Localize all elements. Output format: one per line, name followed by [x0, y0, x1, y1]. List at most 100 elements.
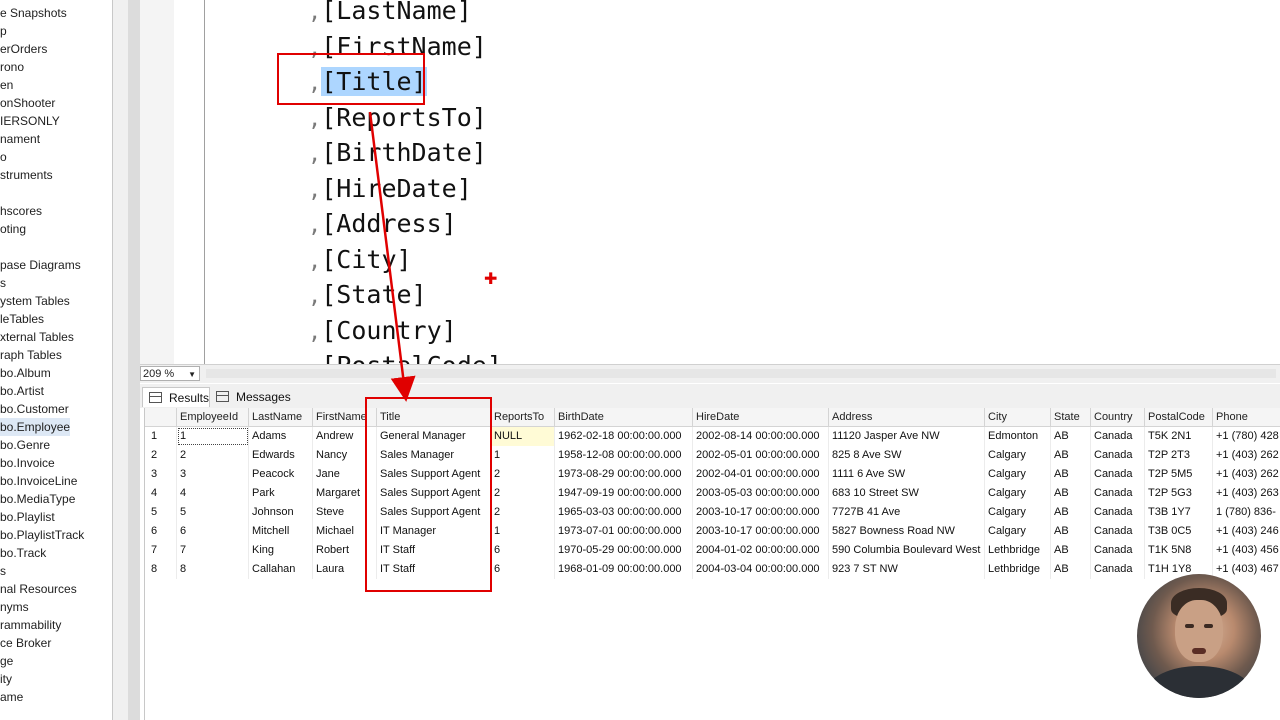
grid-cell[interactable]: 6	[491, 541, 555, 560]
grid-cell[interactable]: AB	[1051, 541, 1091, 560]
grid-cell[interactable]: 1958-12-08 00:00:00.000	[555, 446, 693, 465]
grid-cell[interactable]: King	[249, 541, 313, 560]
grid-cell[interactable]: 1968-01-09 00:00:00.000	[555, 560, 693, 579]
grid-cell[interactable]: Edmonton	[985, 427, 1051, 446]
explorer-tree-item[interactable]: ge	[0, 652, 13, 670]
grid-cell[interactable]: +1 (403) 262	[1213, 446, 1280, 465]
grid-column-header[interactable]: ReportsTo	[491, 408, 555, 427]
table-row[interactable]: 7 7 King Robert IT Staff 6 1970-05-29 00:00:00…	[145, 541, 1280, 560]
grid-column-header[interactable]: Address	[829, 408, 985, 427]
grid-cell[interactable]: AB	[1051, 560, 1091, 579]
grid-cell[interactable]: AB	[1051, 427, 1091, 446]
grid-corner-cell[interactable]	[145, 408, 177, 427]
explorer-tree-item[interactable]: IERSONLY	[0, 112, 60, 130]
editor-horizontal-scrollbar[interactable]	[206, 369, 1276, 378]
grid-cell[interactable]: +1 (403) 263	[1213, 484, 1280, 503]
grid-cell[interactable]: 2002-04-01 00:00:00.000	[693, 465, 829, 484]
explorer-tree-item[interactable]: bo.Playlist	[0, 508, 55, 526]
grid-cell[interactable]: Johnson	[249, 503, 313, 522]
explorer-tree-item[interactable]: raph Tables	[0, 346, 62, 364]
code-line[interactable]: ,[City]	[308, 243, 412, 277]
grid-cell[interactable]: +1 (403) 456	[1213, 541, 1280, 560]
grid-row-number[interactable]: 6	[145, 522, 177, 541]
explorer-tree-item[interactable]: onShooter	[0, 94, 55, 112]
editor-vertical-scrollbar[interactable]	[128, 0, 140, 720]
explorer-tree-item[interactable]: e Snapshots	[0, 4, 67, 22]
code-line[interactable]: ,[BirthDate]	[308, 136, 487, 170]
grid-cell[interactable]: 1947-09-19 00:00:00.000	[555, 484, 693, 503]
grid-cell[interactable]: AB	[1051, 484, 1091, 503]
tab-messages[interactable]: Messages	[210, 387, 292, 407]
grid-cell[interactable]: 1 (780) 836-	[1213, 503, 1280, 522]
explorer-tree-item[interactable]: bo.Artist	[0, 382, 44, 400]
explorer-tree-item[interactable]: bo.PlaylistTrack	[0, 526, 84, 544]
explorer-tree-item[interactable]: xternal Tables	[0, 328, 74, 346]
results-grid[interactable]: EmployeeId LastName FirstName Title ReportsT…	[144, 408, 1280, 720]
grid-cell[interactable]: T2P 2T3	[1145, 446, 1213, 465]
explorer-tree-item[interactable]: ce Broker	[0, 634, 51, 652]
table-row[interactable]: 8 8 Callahan Laura IT Staff 6 1968-01-09 00:00…	[145, 560, 1280, 579]
grid-row-number[interactable]: 1	[145, 427, 177, 446]
code-line[interactable]: ,[Address]	[308, 207, 457, 241]
explorer-tree-item[interactable]: bo.Customer	[0, 400, 69, 418]
table-row[interactable]: 3 3 Peacock Jane Sales Support Agent 2 1973-08…	[145, 465, 1280, 484]
explorer-tree-item[interactable]: bo.Track	[0, 544, 46, 562]
grid-column-header[interactable]: State	[1051, 408, 1091, 427]
code-line[interactable]: ,[LastName]	[308, 0, 472, 28]
grid-cell[interactable]: 2004-01-02 00:00:00.000	[693, 541, 829, 560]
grid-cell[interactable]: 2	[491, 503, 555, 522]
grid-cell[interactable]: 1	[491, 446, 555, 465]
explorer-tree-item[interactable]: nal Resources	[0, 580, 77, 598]
grid-cell[interactable]: 2002-08-14 00:00:00.000	[693, 427, 829, 446]
grid-cell[interactable]: 5827 Bowness Road NW	[829, 522, 985, 541]
grid-cell[interactable]: 1	[491, 522, 555, 541]
grid-cell[interactable]: Adams	[249, 427, 313, 446]
grid-cell[interactable]: Canada	[1091, 522, 1145, 541]
grid-cell[interactable]: Calgary	[985, 484, 1051, 503]
table-row[interactable]: 1 1 Adams Andrew General Manager NULL 1962-02-…	[145, 427, 1280, 446]
grid-cell[interactable]: 1973-07-01 00:00:00.000	[555, 522, 693, 541]
grid-row-number[interactable]: 7	[145, 541, 177, 560]
grid-column-header[interactable]: PostalCode	[1145, 408, 1213, 427]
grid-cell[interactable]: Lethbridge	[985, 541, 1051, 560]
grid-cell[interactable]: 3	[177, 465, 249, 484]
explorer-tree-item[interactable]: pase Diagrams	[0, 256, 81, 274]
grid-cell[interactable]: Canada	[1091, 465, 1145, 484]
grid-cell[interactable]: 8	[177, 560, 249, 579]
grid-cell[interactable]: 1965-03-03 00:00:00.000	[555, 503, 693, 522]
code-line[interactable]: ,[PostalCode]	[308, 349, 502, 364]
grid-cell[interactable]: 2	[491, 465, 555, 484]
grid-cell[interactable]: 2003-10-17 00:00:00.000	[693, 503, 829, 522]
code-line[interactable]: ,[State]	[308, 278, 427, 312]
grid-cell[interactable]: 2004-03-04 00:00:00.000	[693, 560, 829, 579]
grid-cell[interactable]: 2003-10-17 00:00:00.000	[693, 522, 829, 541]
grid-column-header[interactable]: City	[985, 408, 1051, 427]
explorer-tree-item[interactable]: bo.InvoiceLine	[0, 472, 77, 490]
explorer-tree-item[interactable]: ame	[0, 688, 23, 706]
table-row[interactable]: 4 4 Park Margaret Sales Support Agent 2 1947-0…	[145, 484, 1280, 503]
grid-cell[interactable]: Canada	[1091, 446, 1145, 465]
grid-cell[interactable]: +1 (403) 467	[1213, 560, 1280, 579]
grid-cell[interactable]: 923 7 ST NW	[829, 560, 985, 579]
grid-cell[interactable]: T3B 1Y7	[1145, 503, 1213, 522]
grid-cell[interactable]: 1970-05-29 00:00:00.000	[555, 541, 693, 560]
grid-cell[interactable]: 11120 Jasper Ave NW	[829, 427, 985, 446]
explorer-tree-item[interactable]: bo.Invoice	[0, 454, 55, 472]
query-editor[interactable]: ,[LastName] ,[FirstName] ,[Title] ,[Reports…	[140, 0, 1280, 364]
grid-cell[interactable]: T3B 0C5	[1145, 522, 1213, 541]
grid-cell[interactable]: 7	[177, 541, 249, 560]
grid-cell[interactable]: Calgary	[985, 465, 1051, 484]
grid-row-number[interactable]: 2	[145, 446, 177, 465]
grid-cell[interactable]: 4	[177, 484, 249, 503]
grid-cell[interactable]: AB	[1051, 522, 1091, 541]
explorer-tree-item[interactable]: leTables	[0, 310, 44, 328]
explorer-tree-item[interactable]: rammability	[0, 616, 61, 634]
grid-cell[interactable]: Park	[249, 484, 313, 503]
grid-cell[interactable]: 6	[177, 522, 249, 541]
code-line[interactable]: ,[ReportsTo]	[308, 101, 487, 135]
grid-cell[interactable]: 5	[177, 503, 249, 522]
grid-cell[interactable]: +1 (403) 246	[1213, 522, 1280, 541]
grid-cell[interactable]: +1 (403) 262	[1213, 465, 1280, 484]
grid-cell[interactable]: Canada	[1091, 427, 1145, 446]
explorer-tree-item[interactable]: nament	[0, 130, 40, 148]
